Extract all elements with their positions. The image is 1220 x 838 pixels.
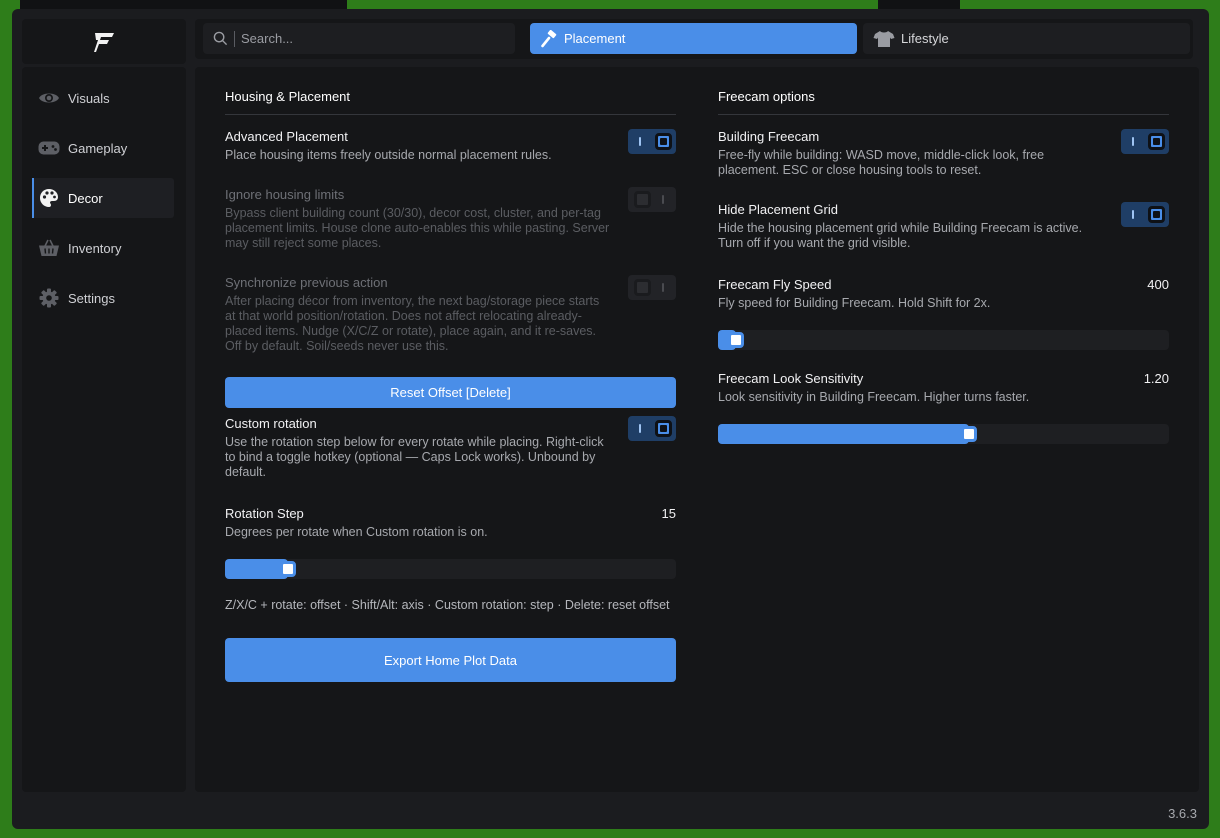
search-input[interactable] [241,31,491,46]
section-divider [225,114,676,115]
setting-description: Look sensitivity in Building Freecam. Hi… [718,390,1030,404]
tab-label: Lifestyle [901,31,949,46]
tab-label: Placement [564,31,626,46]
hammer-icon [540,29,558,48]
sidebar-item-label: Gameplay [68,140,128,156]
sidebar-item-label: Decor [68,190,103,206]
eye-icon [38,90,60,106]
setting-description: After placing décor from inventory, the … [225,294,600,353]
slider-thumb[interactable] [728,332,745,348]
setting-advanced-placement: Advanced Placement Place housing items f… [225,129,676,163]
setting-name: Ignore housing limits [225,187,345,202]
slider-fill [718,424,970,444]
setting-description: Free-fly while building: WASD move, midd… [718,148,1045,177]
top-bar: Placement Lifestyle [195,19,1193,59]
advanced-placement-toggle[interactable] [628,129,676,154]
setting-description: Bypass client building count (30/30), de… [225,206,610,250]
setting-name: Building Freecam [718,129,820,144]
slider-thumb[interactable] [961,426,978,442]
setting-rotation-step: Rotation Step Degrees per rotate when Cu… [225,506,676,540]
look-sensitivity-slider[interactable] [718,424,1169,444]
basket-icon [38,239,60,257]
brand-logo-icon [94,32,114,52]
sidebar-item-settings[interactable]: Settings [32,278,174,318]
setting-name: Advanced Placement [225,129,348,144]
setting-description: Place housing items freely outside norma… [225,148,552,162]
export-home-plot-button[interactable]: Export Home Plot Data [225,638,676,682]
palette-icon [38,188,60,208]
hide-placement-grid-toggle[interactable] [1121,202,1169,227]
search-icon [213,31,228,46]
sidebar-item-decor[interactable]: Decor [32,178,174,218]
version-label: 3.6.3 [1168,806,1197,821]
setting-freecam-fly-speed: Freecam Fly Speed Fly speed for Building… [718,277,1169,311]
setting-custom-rotation: Custom rotation Use the rotation step be… [225,416,676,480]
keybind-hint: Z/X/C + rotate: offset · Shift/Alt: axis… [225,598,670,612]
setting-description: Degrees per rotate when Custom rotation … [225,525,488,539]
setting-name: Synchronize previous action [225,275,388,290]
building-freecam-toggle[interactable] [1121,129,1169,154]
setting-name: Custom rotation [225,416,317,431]
fly-speed-slider[interactable] [718,330,1169,350]
section-title: Freecam options [718,89,815,104]
logo [22,19,186,64]
setting-name: Rotation Step [225,506,304,521]
tab-placement[interactable]: Placement [530,23,857,54]
setting-building-freecam: Building Freecam Free-fly while building… [718,129,1169,178]
synchronize-previous-toggle[interactable] [628,275,676,300]
slider-fill [225,559,289,579]
slider-thumb[interactable] [280,561,297,577]
tab-lifestyle[interactable]: Lifestyle [863,23,1190,54]
look-sensitivity-value: 1.20 [1143,371,1169,386]
sidebar-item-label: Settings [68,290,115,306]
sidebar: Visuals Gameplay Decor Inventory Setting… [22,67,186,792]
sidebar-item-inventory[interactable]: Inventory [32,228,174,268]
ignore-housing-limits-toggle[interactable] [628,187,676,212]
custom-rotation-toggle[interactable] [628,416,676,441]
sidebar-item-gameplay[interactable]: Gameplay [32,128,174,168]
sidebar-item-label: Inventory [68,240,122,256]
setting-description: Fly speed for Building Freecam. Hold Shi… [718,296,991,310]
search-divider [234,30,235,47]
app-window: Placement Lifestyle Visuals [12,9,1209,829]
shirt-icon [873,30,895,48]
sidebar-item-visuals[interactable]: Visuals [32,78,174,118]
setting-name: Freecam Fly Speed [718,277,832,292]
setting-hide-placement-grid: Hide Placement Grid Hide the housing pla… [718,202,1169,251]
section-title: Housing & Placement [225,89,351,104]
setting-name: Freecam Look Sensitivity [718,371,864,386]
search-box [203,23,515,54]
gamepad-icon [38,141,60,155]
setting-freecam-look-sensitivity: Freecam Look Sensitivity Look sensitivit… [718,371,1169,405]
reset-offset-button[interactable]: Reset Offset [Delete] [225,377,676,408]
setting-name: Hide Placement Grid [718,202,838,217]
rotation-step-value: 15 [661,506,676,521]
content-panel: Housing & Placement Advanced Placement P… [195,67,1199,792]
setting-description: Hide the housing placement grid while Bu… [718,221,1083,250]
gear-icon [38,288,60,308]
section-divider [718,114,1169,115]
setting-description: Use the rotation step below for every ro… [225,435,604,479]
sidebar-item-label: Visuals [68,90,110,106]
setting-synchronize-previous: Synchronize previous action After placin… [225,275,676,354]
fly-speed-value: 400 [1147,277,1169,292]
rotation-step-slider[interactable] [225,559,676,579]
setting-ignore-housing-limits: Ignore housing limits Bypass client buil… [225,187,676,251]
